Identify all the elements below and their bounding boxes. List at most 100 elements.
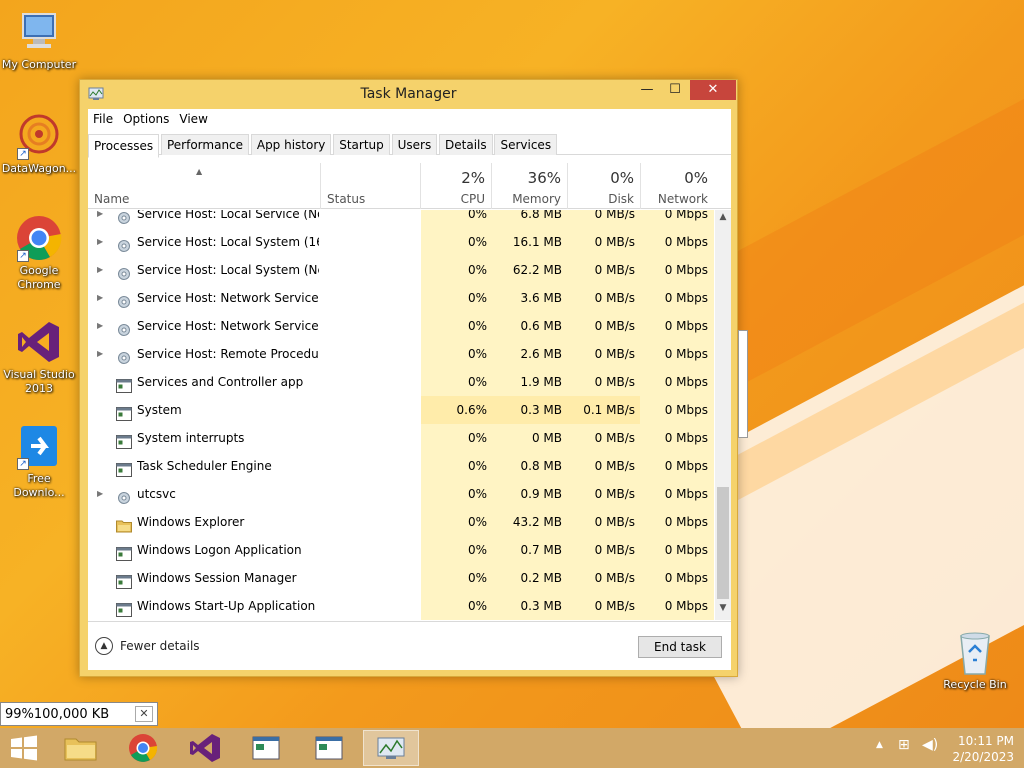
process-row[interactable]: ▶ Service Host: Remote Procedure... 0%2.6 …	[88, 340, 714, 368]
gear-icon	[116, 319, 132, 336]
process-row[interactable]: ▶ Service Host: Local System (16) 0% 16.1 M…	[88, 228, 714, 256]
process-row[interactable]: ▶ Service Host: Network Service (... 0% 0.6…	[88, 312, 714, 340]
desktop-icon-datawagon[interactable]: ↗ DataWagon...	[0, 112, 78, 176]
expand-chevron-icon[interactable]: ▶	[97, 228, 103, 256]
chrome-icon	[129, 734, 158, 762]
taskbar-file-explorer[interactable]	[55, 730, 107, 766]
taskbar-app-window-2[interactable]	[303, 730, 355, 766]
taskbar-app-window-1[interactable]	[240, 730, 292, 766]
column-memory[interactable]: 36% Memory	[491, 163, 567, 209]
maximize-button[interactable]: ☐	[662, 80, 688, 100]
taskbar-chrome[interactable]	[117, 730, 169, 766]
clock-date[interactable]: 2/20/2023	[950, 750, 1014, 764]
desktop-icon-my-computer[interactable]: My Computer	[0, 8, 78, 72]
process-status	[321, 284, 420, 312]
desktop-icon-recycle-bin[interactable]: Recycle Bin	[936, 630, 1014, 692]
network-icon[interactable]: ⊞	[898, 737, 910, 753]
menu-view[interactable]: View	[174, 109, 212, 129]
gear-icon	[116, 210, 132, 224]
visual-studio-icon	[15, 318, 63, 366]
process-disk: 0 MB/s	[567, 508, 640, 536]
vertical-scrollbar[interactable]: ▲ ▼	[715, 210, 731, 620]
column-name-label: Name	[94, 192, 130, 206]
process-cpu: 0%	[421, 592, 491, 620]
scroll-up-icon[interactable]: ▲	[715, 212, 731, 226]
process-network: 0 Mbps	[640, 312, 714, 340]
column-name[interactable]: Name	[88, 163, 320, 209]
app-window-icon	[116, 403, 132, 421]
expand-chevron-icon[interactable]: ▶	[97, 340, 103, 368]
process-row[interactable]: Windows Logon Application 0% 0.7 MB 0 MB/s 0…	[88, 536, 714, 564]
tab-startup[interactable]: Startup	[333, 134, 390, 155]
app-window-icon	[116, 375, 132, 393]
chevron-up-icon[interactable]: ▲	[95, 637, 113, 655]
process-network: 0 Mbps	[640, 284, 714, 312]
expand-chevron-icon[interactable]: ▶	[97, 284, 103, 312]
process-status	[321, 256, 420, 284]
expand-chevron-icon[interactable]: ▶	[97, 210, 103, 228]
tab-bar: Processes Performance App history Startu…	[88, 131, 731, 158]
process-status	[321, 210, 420, 228]
process-memory: 0.3 MB	[491, 592, 567, 620]
process-row[interactable]: System 0.6% 0.3 MB 0.1 MB/s 0 Mbps	[88, 396, 714, 424]
column-status[interactable]: Status	[321, 163, 420, 209]
process-row[interactable]: Windows Start-Up Application 0% 0.3 MB 0 MB…	[88, 592, 714, 620]
end-task-button[interactable]: End task	[638, 636, 722, 658]
process-name-cell: Services and Controller app	[88, 368, 320, 396]
expand-chevron-icon[interactable]: ▶	[97, 480, 103, 508]
process-row[interactable]: Windows Explorer 0% 43.2 MB 0 MB/s 0 Mbps	[88, 508, 714, 536]
close-icon[interactable]: ✕	[135, 706, 153, 722]
tab-users[interactable]: Users	[391, 134, 438, 155]
volume-icon[interactable]: ◀)	[922, 737, 938, 753]
fewer-details-link[interactable]: Fewer details	[120, 639, 200, 653]
column-cpu[interactable]: 2% CPU	[421, 163, 491, 209]
desktop-icon-label: Free Downlo...	[13, 472, 65, 499]
close-button[interactable]: ✕	[690, 80, 736, 100]
process-row[interactable]: ▶ Service Host: Network Service (5) 0%3.6 …	[88, 284, 714, 312]
expand-chevron-icon[interactable]: ▶	[97, 312, 103, 340]
process-row[interactable]: ▶ Service Host: Local System (Net... 0%62.…	[88, 256, 714, 284]
process-row[interactable]: Services and Controller app 0% 1.9 MB 0 MB/…	[88, 368, 714, 396]
desktop-icon-visual-studio[interactable]: Visual Studio 2013	[0, 318, 78, 396]
process-status	[321, 592, 420, 620]
process-row[interactable]: System interrupts 0% 0 MB 0 MB/s 0 Mbps	[88, 424, 714, 452]
title-bar[interactable]: Task Manager — ☐ ✕	[80, 80, 737, 108]
process-row[interactable]: ▶ utcsvc 0% 0.9 MB 0 MB/s 0 Mbps	[88, 480, 714, 508]
clock-time[interactable]: 10:11 PM	[950, 734, 1014, 748]
scroll-thumb[interactable]	[717, 487, 729, 599]
tab-details[interactable]: Details	[439, 134, 493, 155]
scroll-down-icon[interactable]: ▼	[715, 603, 731, 617]
menu-file[interactable]: File	[88, 109, 118, 129]
process-row[interactable]: ▶ Service Host: Local Service (No ... 0%6.…	[88, 210, 714, 228]
column-disk[interactable]: 0% Disk	[567, 163, 640, 209]
process-name-cell: ▶ Service Host: Network Service (...	[88, 312, 320, 340]
process-name: Windows Logon Application	[137, 543, 302, 557]
cpu-total: 2%	[461, 169, 485, 187]
menu-options[interactable]: Options	[118, 109, 174, 129]
desktop-icon-google-chrome[interactable]: ↗ Google Chrome	[0, 214, 78, 292]
start-button[interactable]	[0, 730, 48, 766]
task-manager-window: Task Manager — ☐ ✕ File Options View Proce…	[79, 79, 738, 677]
column-network[interactable]: 0% Network	[640, 163, 714, 209]
process-row[interactable]: Windows Session Manager 0% 0.2 MB 0 MB/s 0 M…	[88, 564, 714, 592]
process-disk: 0 MB/s	[567, 210, 640, 228]
footer: ▲ Fewer details End task	[88, 621, 731, 670]
tab-services[interactable]: Services	[494, 134, 558, 155]
expand-chevron-icon[interactable]: ▶	[97, 256, 103, 284]
tab-processes[interactable]: Processes	[88, 134, 160, 158]
process-disk: 0 MB/s	[567, 592, 640, 620]
tab-performance[interactable]: Performance	[160, 134, 250, 155]
minimize-button[interactable]: —	[634, 80, 660, 100]
process-status	[321, 368, 420, 396]
show-hidden-icons-chevron-icon[interactable]: ▲	[876, 740, 883, 750]
desktop-icon-free-download[interactable]: ↗ Free Downlo...	[0, 422, 78, 500]
taskbar-task-manager[interactable]	[363, 730, 419, 766]
tab-app-history[interactable]: App history	[250, 134, 332, 155]
taskbar-visual-studio[interactable]	[179, 730, 231, 766]
process-name-cell: Task Scheduler Engine	[88, 452, 320, 480]
process-name: Service Host: Local System (16)	[137, 235, 319, 249]
desktop-icon-label: Visual Studio 2013	[3, 368, 75, 395]
process-name-cell: ▶ Service Host: Remote Procedure...	[88, 340, 320, 368]
process-row[interactable]: Task Scheduler Engine 0% 0.8 MB 0 MB/s 0 Mbp…	[88, 452, 714, 480]
desktop-icon-label: Recycle Bin	[943, 678, 1007, 691]
